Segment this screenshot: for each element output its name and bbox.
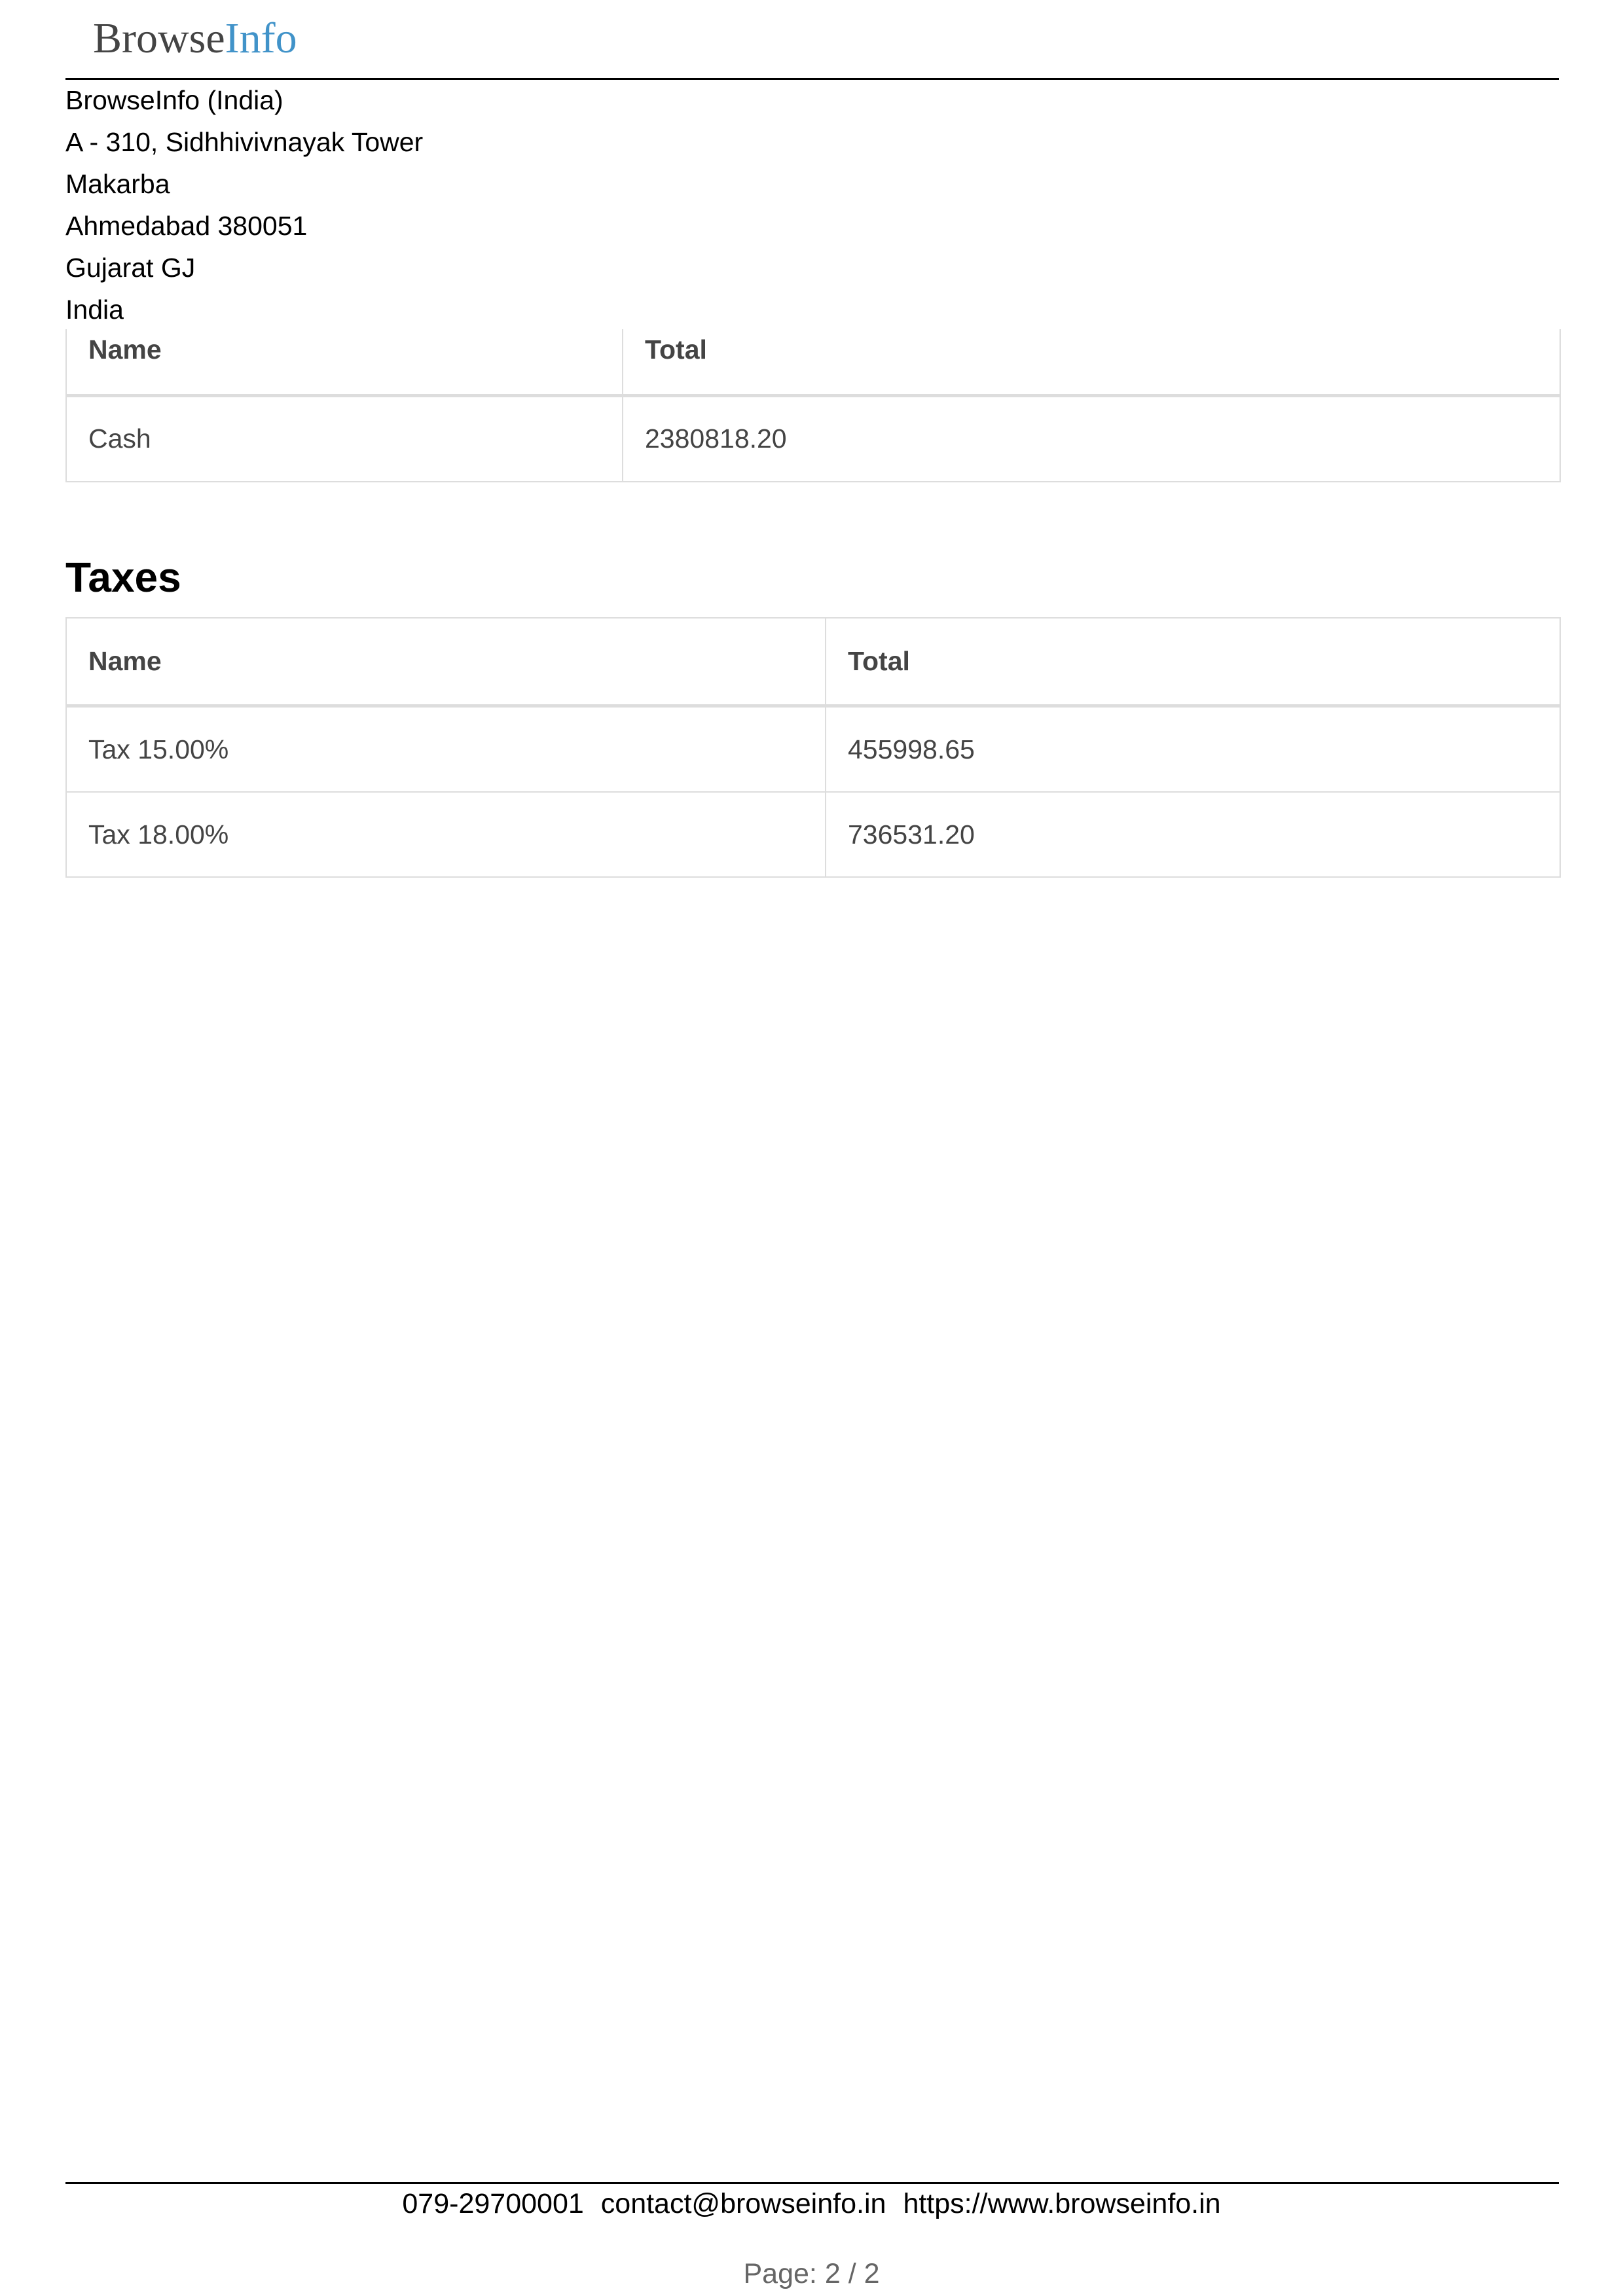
page-current: 2 bbox=[824, 2258, 841, 2289]
column-header-name: Name bbox=[65, 617, 826, 708]
tax-total-cell: 455998.65 bbox=[825, 705, 1561, 793]
table-header-row: Name Total bbox=[65, 329, 1561, 397]
address-country: India bbox=[65, 295, 124, 325]
address-line-1: A - 310, Sidhhivivnayak Tower bbox=[65, 127, 424, 157]
logo-text-info: Info bbox=[225, 14, 297, 62]
logo-text-browse: Browse bbox=[93, 14, 225, 62]
page-separator: / bbox=[848, 2258, 856, 2289]
address-city-zip: Ahmedabad 380051 bbox=[65, 211, 308, 241]
table-header-row: Name Total bbox=[65, 617, 1561, 708]
payment-total-cell: 2380818.20 bbox=[622, 395, 1561, 482]
tax-total-cell: 736531.20 bbox=[825, 791, 1561, 878]
tax-name-cell: Tax 18.00% bbox=[65, 791, 826, 878]
footer-website[interactable]: https://www.browseinfo.in bbox=[903, 2188, 1220, 2219]
company-name: BrowseInfo (India) bbox=[65, 85, 283, 115]
address-line-2: Makarba bbox=[65, 169, 170, 199]
table-row: Cash 2380818.20 bbox=[65, 395, 1561, 482]
tax-name-cell: Tax 15.00% bbox=[65, 705, 826, 793]
column-header-total: Total bbox=[825, 617, 1561, 708]
page-number: Page: 2 / 2 bbox=[0, 2254, 1623, 2293]
company-address: BrowseInfo (India) A - 310, Sidhhivivnay… bbox=[65, 79, 851, 331]
taxes-heading: Taxes bbox=[65, 554, 181, 601]
footer-phone: 079-29700001 bbox=[402, 2188, 584, 2219]
footer-contact: 079-29700001 contact@browseinfo.in https:/… bbox=[0, 2184, 1623, 2223]
column-header-name: Name bbox=[65, 329, 623, 397]
column-header-total: Total bbox=[622, 329, 1561, 397]
address-state: Gujarat GJ bbox=[65, 253, 196, 283]
footer-email[interactable]: contact@browseinfo.in bbox=[601, 2188, 886, 2219]
table-row: Tax 15.00% 455998.65 bbox=[65, 705, 1561, 793]
taxes-table: Name Total Tax 15.00% 455998.65 Tax 18.0… bbox=[65, 617, 1561, 878]
company-logo: BrowseInfo bbox=[93, 9, 297, 68]
payment-name-cell: Cash bbox=[65, 395, 623, 482]
table-row: Tax 18.00% 736531.20 bbox=[65, 791, 1561, 878]
payments-table: Name Total Cash 2380818.20 bbox=[65, 329, 1561, 482]
page-label: Page: bbox=[743, 2258, 817, 2289]
page-total: 2 bbox=[864, 2258, 880, 2289]
